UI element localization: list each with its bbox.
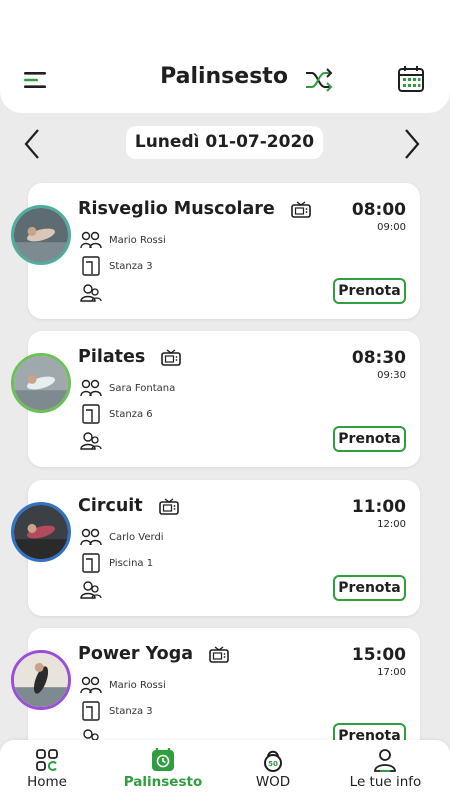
class-start-time: 15:00	[351, 645, 406, 665]
instructor-icon	[80, 528, 102, 546]
nav-label-home: Home	[27, 774, 67, 790]
app-header: Palinsesto	[0, 0, 450, 113]
class-card[interactable]: Pilates 08:30 09:30 Sara Fontana Stanza 6 Pre…	[28, 331, 420, 467]
instructor-name: Carlo Verdi	[109, 532, 164, 543]
class-card[interactable]: Risveglio Muscolare 08:00 09:00 Mario Rossi…	[28, 183, 420, 319]
room-door-icon	[82, 553, 100, 573]
room-name: Stanza 6	[109, 409, 153, 420]
instructor-name: Mario Rossi	[109, 235, 166, 246]
instructor-icon	[80, 676, 102, 694]
nav-wod[interactable]: 50 WOD	[243, 740, 303, 800]
shuffle-icon[interactable]	[304, 66, 334, 94]
class-card[interactable]: Circuit 11:00 12:00 Carlo Verdi Piscina 1 Pre…	[28, 480, 420, 616]
wod-badge: 50	[268, 760, 278, 768]
instructor-name: Mario Rossi	[109, 680, 166, 691]
bottom-navigation: Home Palinsesto 50 WOD Le tue info	[0, 740, 450, 800]
chevron-right-icon[interactable]	[402, 128, 422, 160]
room-door-icon	[82, 404, 100, 424]
room-door-icon	[82, 701, 100, 721]
class-title: Power Yoga	[78, 644, 194, 664]
room-door-icon	[82, 256, 100, 276]
instructor-icon	[80, 231, 102, 249]
nav-palinsesto[interactable]: Palinsesto	[118, 740, 208, 800]
live-tv-icon	[161, 349, 181, 366]
instructor-avatar	[11, 205, 71, 265]
chevron-left-icon[interactable]	[22, 128, 42, 160]
nav-profile[interactable]: Le tue info	[343, 740, 428, 800]
nav-label-profile: Le tue info	[349, 774, 422, 790]
instructor-avatar	[11, 502, 71, 562]
live-tv-icon	[291, 201, 311, 218]
class-title: Pilates	[78, 347, 146, 367]
book-button[interactable]: Prenota	[333, 278, 406, 304]
instructor-avatar	[11, 353, 71, 413]
instructor-icon	[80, 379, 102, 397]
current-date[interactable]: Lunedì 01-07-2020	[126, 126, 323, 159]
nav-label-palinsesto: Palinsesto	[123, 774, 203, 790]
class-title: Circuit	[78, 496, 143, 516]
nav-label-wod: WOD	[255, 774, 291, 790]
class-end-time: 12:00	[377, 519, 406, 530]
instructor-name: Sara Fontana	[109, 383, 176, 394]
home-grid-icon	[36, 749, 58, 771]
room-name: Stanza 3	[109, 706, 153, 717]
live-tv-icon	[209, 646, 229, 663]
book-button[interactable]: Prenota	[333, 426, 406, 452]
room-name: Stanza 3	[109, 261, 153, 272]
date-navigator: Lunedì 01-07-2020	[0, 126, 450, 160]
live-tv-icon	[159, 498, 179, 515]
class-start-time: 08:30	[351, 348, 406, 368]
user-icon	[374, 749, 396, 772]
class-end-time: 09:00	[377, 222, 406, 233]
class-start-time: 11:00	[351, 497, 406, 517]
nav-home[interactable]: Home	[12, 740, 82, 800]
participants-icon[interactable]	[80, 431, 102, 451]
instructor-avatar	[11, 650, 71, 710]
class-start-time: 08:00	[351, 200, 406, 220]
class-title: Risveglio Muscolare	[78, 199, 275, 219]
class-end-time: 09:30	[377, 370, 406, 381]
book-button[interactable]: Prenota	[333, 575, 406, 601]
calendar-icon[interactable]	[397, 65, 425, 93]
participants-icon[interactable]	[80, 580, 102, 600]
room-name: Piscina 1	[109, 558, 154, 569]
kettlebell-icon: 50	[264, 750, 282, 772]
page-title: Palinsesto	[160, 64, 288, 89]
participants-icon[interactable]	[80, 283, 102, 303]
schedule-icon	[152, 748, 174, 771]
class-end-time: 17:00	[377, 667, 406, 678]
